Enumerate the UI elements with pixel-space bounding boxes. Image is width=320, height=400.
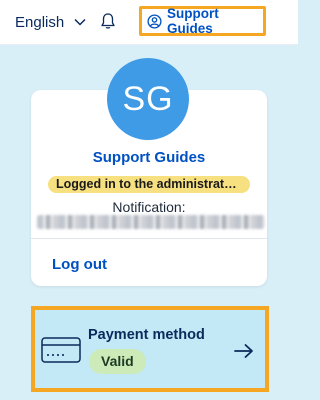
payment-method-card[interactable]: Payment method Valid (31, 306, 269, 392)
payment-method-title: Payment method (88, 327, 205, 343)
avatar: SG (107, 58, 189, 140)
support-guides-label: Support Guides (167, 6, 219, 36)
payment-status-badge: Valid (89, 349, 146, 374)
arrow-right-icon[interactable] (233, 343, 255, 359)
notification-label: Notification: (112, 199, 186, 215)
bell-icon[interactable] (100, 12, 116, 30)
language-selector[interactable]: English (15, 12, 86, 32)
user-circle-icon (147, 13, 162, 29)
credit-card-icon (41, 337, 81, 363)
profile-name: Support Guides (92, 149, 206, 166)
language-label: English (15, 13, 65, 31)
logout-link[interactable]: Log out (52, 256, 107, 273)
chevron-down-icon (74, 18, 86, 26)
divider (31, 238, 267, 239)
top-navigation-bar: English Support Guides (0, 0, 298, 45)
support-guides-button[interactable]: Support Guides (139, 6, 266, 36)
role-badge: Logged in to the administrato... (48, 176, 250, 193)
notification-value-redacted (37, 215, 265, 229)
